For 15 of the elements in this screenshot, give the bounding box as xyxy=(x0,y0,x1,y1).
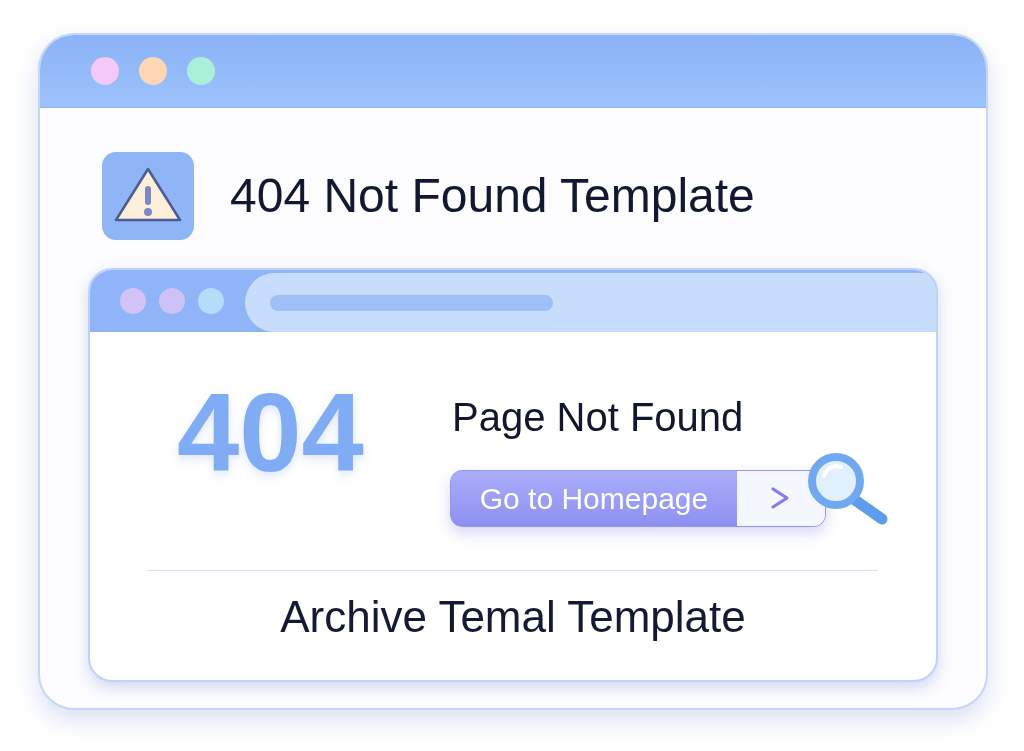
window-control-dot[interactable] xyxy=(91,57,119,85)
address-field[interactable] xyxy=(245,273,936,332)
error-heading: Page Not Found xyxy=(452,394,744,441)
window-control-dot[interactable] xyxy=(120,288,146,314)
footer-text: Archive Temal Template xyxy=(279,591,747,643)
error-code: 404 xyxy=(177,377,365,489)
window-control-dot[interactable] xyxy=(159,288,185,314)
warning-icon xyxy=(102,152,194,240)
window-control-dot[interactable] xyxy=(139,57,167,85)
chevron-icon xyxy=(737,471,825,526)
window-control-dot[interactable] xyxy=(187,57,215,85)
window-control-dot[interactable] xyxy=(198,288,224,314)
homepage-button[interactable]: Go to Homepage xyxy=(450,470,826,527)
page-title: 404 Not Found Template xyxy=(230,168,755,225)
magnifier-icon xyxy=(805,450,889,526)
